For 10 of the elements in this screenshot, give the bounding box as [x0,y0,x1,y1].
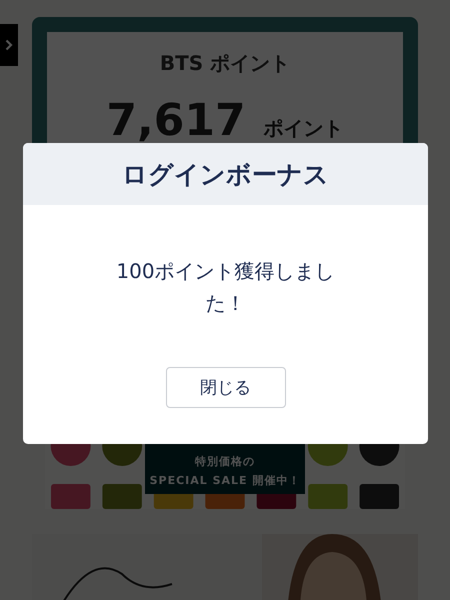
dialog-title: ログインボーナス [23,143,428,205]
card-title: BTS ポイント [160,50,290,77]
side-tab[interactable] [0,24,18,66]
sale-text: 特別価格の [195,454,255,469]
close-button[interactable]: 閉じる [166,367,286,408]
sale-text: SPECIAL SALE 開催中！ [150,473,300,488]
dialog-message: 100ポイント獲得しました！ [115,258,336,317]
points-value: 7,617 [106,95,246,146]
points-unit: ポイント [264,115,344,142]
chevron-right-icon [5,39,13,51]
